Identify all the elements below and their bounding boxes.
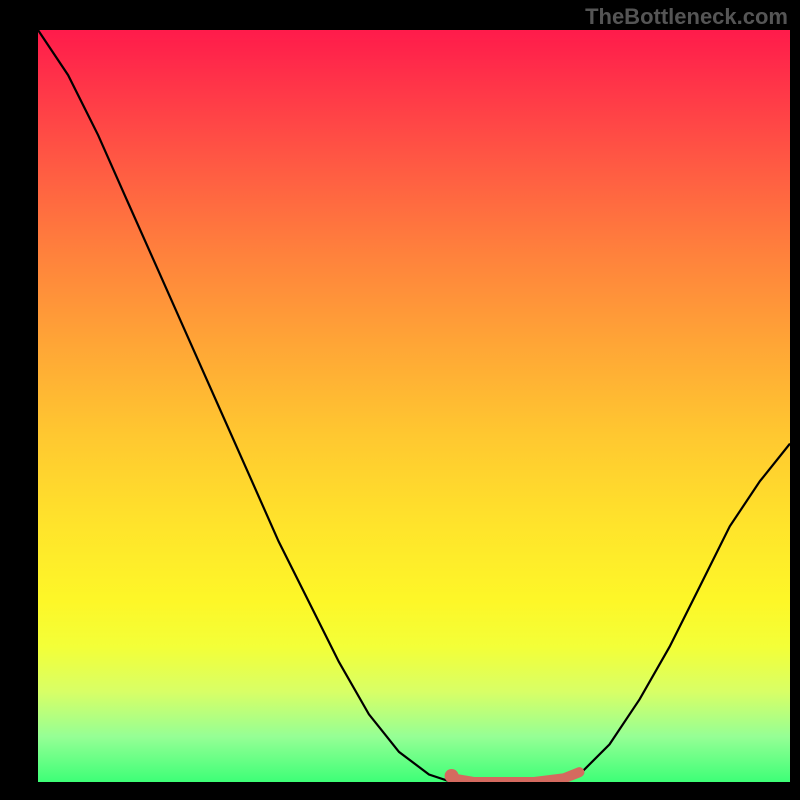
chart-background <box>38 30 790 782</box>
highlight-segment <box>452 772 580 782</box>
highlight-dot <box>445 769 459 782</box>
watermark-text: TheBottleneck.com <box>585 4 788 30</box>
main-curve <box>38 30 790 782</box>
chart-svg <box>38 30 790 782</box>
